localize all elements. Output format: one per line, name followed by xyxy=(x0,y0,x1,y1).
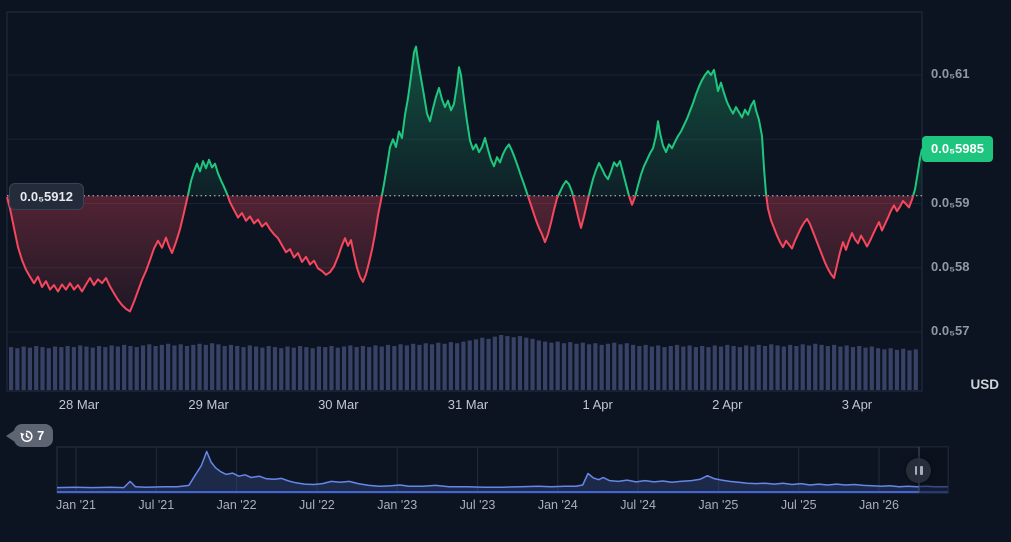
history-clock-icon xyxy=(19,429,33,443)
x-axis-label: 1 Apr xyxy=(582,397,613,412)
timeline-label: Jan '22 xyxy=(216,498,257,512)
timeline-label: Jul '22 xyxy=(299,498,335,512)
price-chart-widget: 0.0₅61 0.0₅59 0.0₅58 0.0₅57 28 Mar 29 Mar 30 M… xyxy=(0,0,1011,542)
main-chart-area[interactable] xyxy=(7,12,922,391)
navigator-area[interactable] xyxy=(57,447,948,493)
timeline-label: Jul '21 xyxy=(138,498,175,512)
y-axis-label: 0.0₅58 xyxy=(931,258,970,274)
timeline-label: Jan '25 xyxy=(698,498,739,512)
current-price-badge: 0.0₅5985 xyxy=(922,135,993,162)
timeline-label: Jul '24 xyxy=(620,498,656,512)
x-axis-label: 31 Mar xyxy=(447,397,489,412)
y-axis-label: 0.0₅59 xyxy=(931,194,970,210)
x-axis-label: 2 Apr xyxy=(712,397,743,412)
history-badge-button[interactable]: 7 xyxy=(14,424,54,447)
y-axis-label: 0.0₅57 xyxy=(931,323,970,338)
y-axis-label: 0.0₅61 xyxy=(931,66,970,81)
pause-icon xyxy=(920,466,923,475)
timeline-label: Jan '23 xyxy=(377,498,418,512)
history-count: 7 xyxy=(37,428,45,443)
timeline-label: Jan '24 xyxy=(537,498,578,512)
x-axis-label: 30 Mar xyxy=(318,397,359,412)
pause-icon xyxy=(914,466,917,475)
timeline-label: Jan '21 xyxy=(56,498,96,512)
baseline-price-badge: 0.0₅5912 xyxy=(9,182,84,210)
x-axis-label: 3 Apr xyxy=(841,397,873,412)
navigator-right-handle[interactable] xyxy=(906,458,931,483)
x-axis-label: 29 Mar xyxy=(188,397,229,412)
currency-label: USD xyxy=(970,377,999,392)
timeline-label: Jul '23 xyxy=(459,498,496,512)
timeline-label: Jul '25 xyxy=(780,498,817,512)
timeline-label: Jan '26 xyxy=(859,498,899,512)
x-axis-label: 28 Mar xyxy=(58,397,100,412)
